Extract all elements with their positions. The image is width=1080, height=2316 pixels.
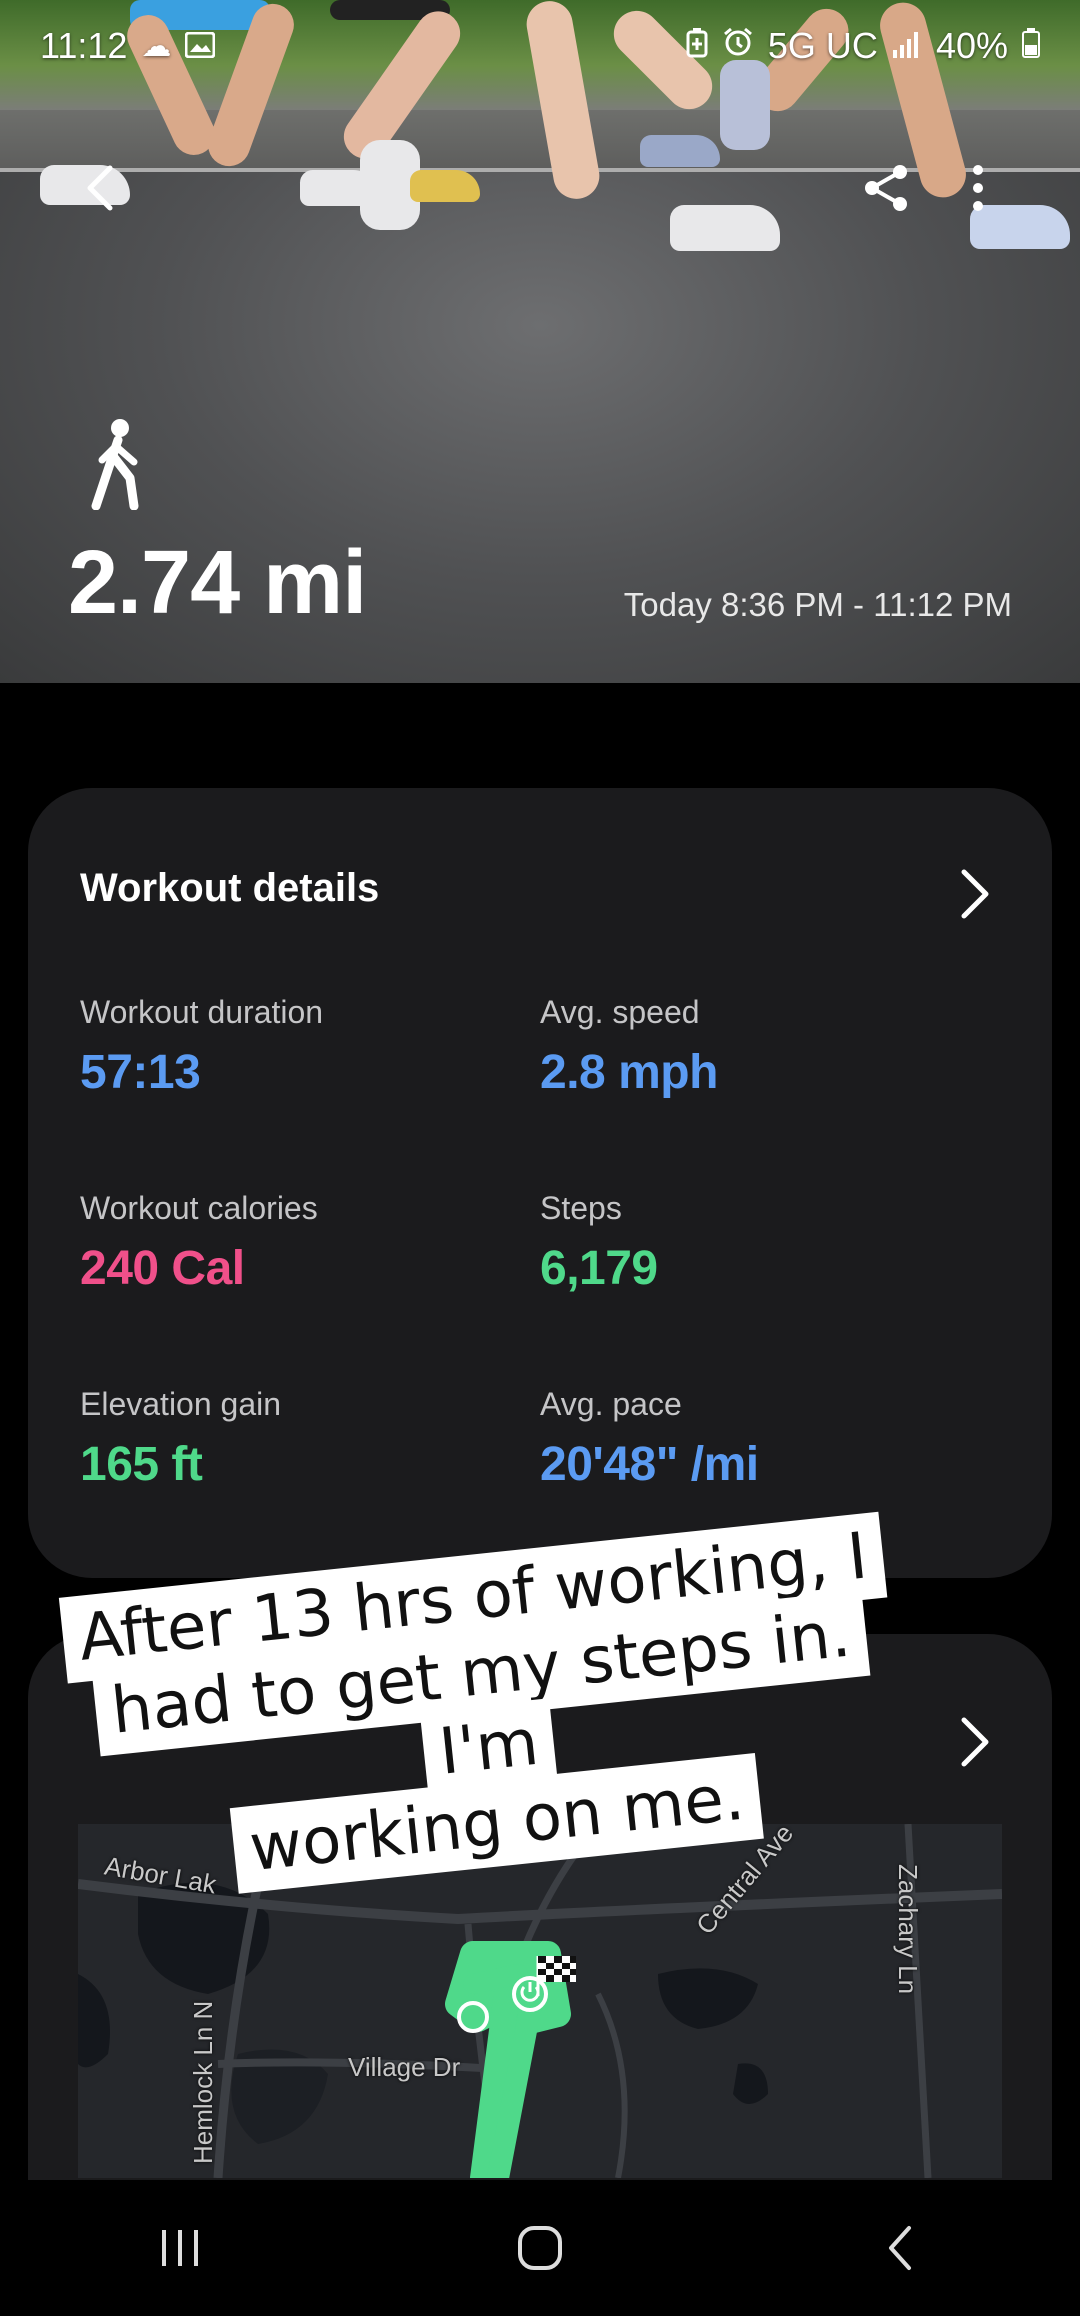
stat-workout-calories: Workout calories 240 Cal <box>80 1190 318 1296</box>
recent-apps-button[interactable] <box>120 2198 240 2298</box>
workout-distance: 2.74 mi <box>68 533 367 633</box>
stat-steps: Steps 6,179 <box>540 1190 658 1296</box>
stat-avg-speed: Avg. speed 2.8 mph <box>540 994 718 1100</box>
stat-label: Avg. pace <box>540 1386 682 1422</box>
battery-percent: 40% <box>935 25 1008 66</box>
stat-value: 2.8 mph <box>540 1046 718 1099</box>
image-icon <box>184 25 216 67</box>
status-bar: 11:12 ☁ 5G UC 40% <box>0 0 1080 92</box>
recent-apps-icon <box>162 2230 198 2266</box>
stat-label: Workout duration <box>80 994 324 1030</box>
signal-icon <box>892 25 922 67</box>
network-type: 5G UC <box>767 25 878 66</box>
stat-value: 6,179 <box>540 1242 658 1295</box>
home-icon <box>518 2226 562 2270</box>
more-options-button[interactable] <box>940 150 1016 226</box>
share-button[interactable] <box>848 150 924 226</box>
back-icon <box>87 165 113 211</box>
workout-time-range: Today 8:36 PM - 11:12 PM <box>623 586 1012 623</box>
stat-value: 57:13 <box>80 1046 201 1099</box>
stat-workout-duration: Workout duration 57:13 <box>80 994 323 1100</box>
stat-label: Elevation gain <box>80 1386 282 1422</box>
alarm-icon <box>722 25 754 67</box>
stat-avg-pace: Avg. pace 20'48" /mi <box>540 1386 759 1492</box>
nav-back-button[interactable] <box>840 2198 960 2298</box>
stat-label: Steps <box>540 1190 622 1226</box>
battery-saver-icon <box>686 25 708 67</box>
status-time: 11:12 <box>40 25 128 66</box>
stat-value: 165 ft <box>80 1438 203 1491</box>
battery-icon <box>1022 25 1040 67</box>
workout-details-card[interactable]: Workout details Workout duration 57:13 A… <box>28 788 1052 1578</box>
stat-value: 20'48" /mi <box>540 1438 759 1491</box>
street-label-zachary-ln: Zachary Ln <box>893 1864 923 1995</box>
walking-icon <box>91 419 139 510</box>
chevron-right-icon[interactable] <box>954 864 994 924</box>
stat-label: Avg. speed <box>540 994 700 1030</box>
street-label-hemlock-ln: Hemlock Ln N <box>188 2000 218 2164</box>
chevron-right-icon[interactable] <box>954 1712 994 1772</box>
stat-elevation-gain: Elevation gain 165 ft <box>80 1386 281 1492</box>
back-icon <box>889 2226 911 2270</box>
more-options-icon <box>973 165 983 211</box>
stat-value: 240 Cal <box>80 1242 245 1295</box>
back-button[interactable] <box>62 150 138 226</box>
workout-details-title: Workout details <box>80 866 380 910</box>
stat-label: Workout calories <box>80 1190 318 1226</box>
cloud-icon: ☁ <box>141 29 172 63</box>
hero-banner: 11:12 ☁ 5G UC 40% 2.74 mi Today 8:36 PM … <box>0 0 1080 683</box>
home-button[interactable] <box>480 2198 600 2298</box>
street-label-village-dr: Village Dr <box>348 2052 461 2082</box>
share-icon <box>865 165 907 211</box>
system-nav-bar <box>0 2180 1080 2316</box>
